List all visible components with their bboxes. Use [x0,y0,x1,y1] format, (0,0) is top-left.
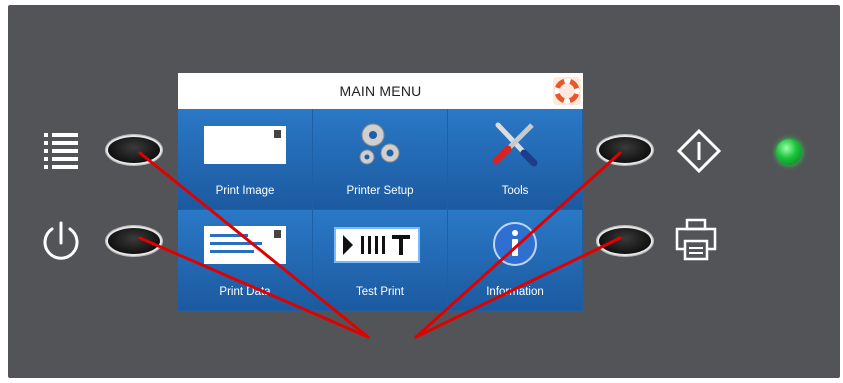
printer-control-panel: MAIN MENU Print Image Printer Setup Tool… [0,0,843,383]
annotation-lines [138,151,622,339]
